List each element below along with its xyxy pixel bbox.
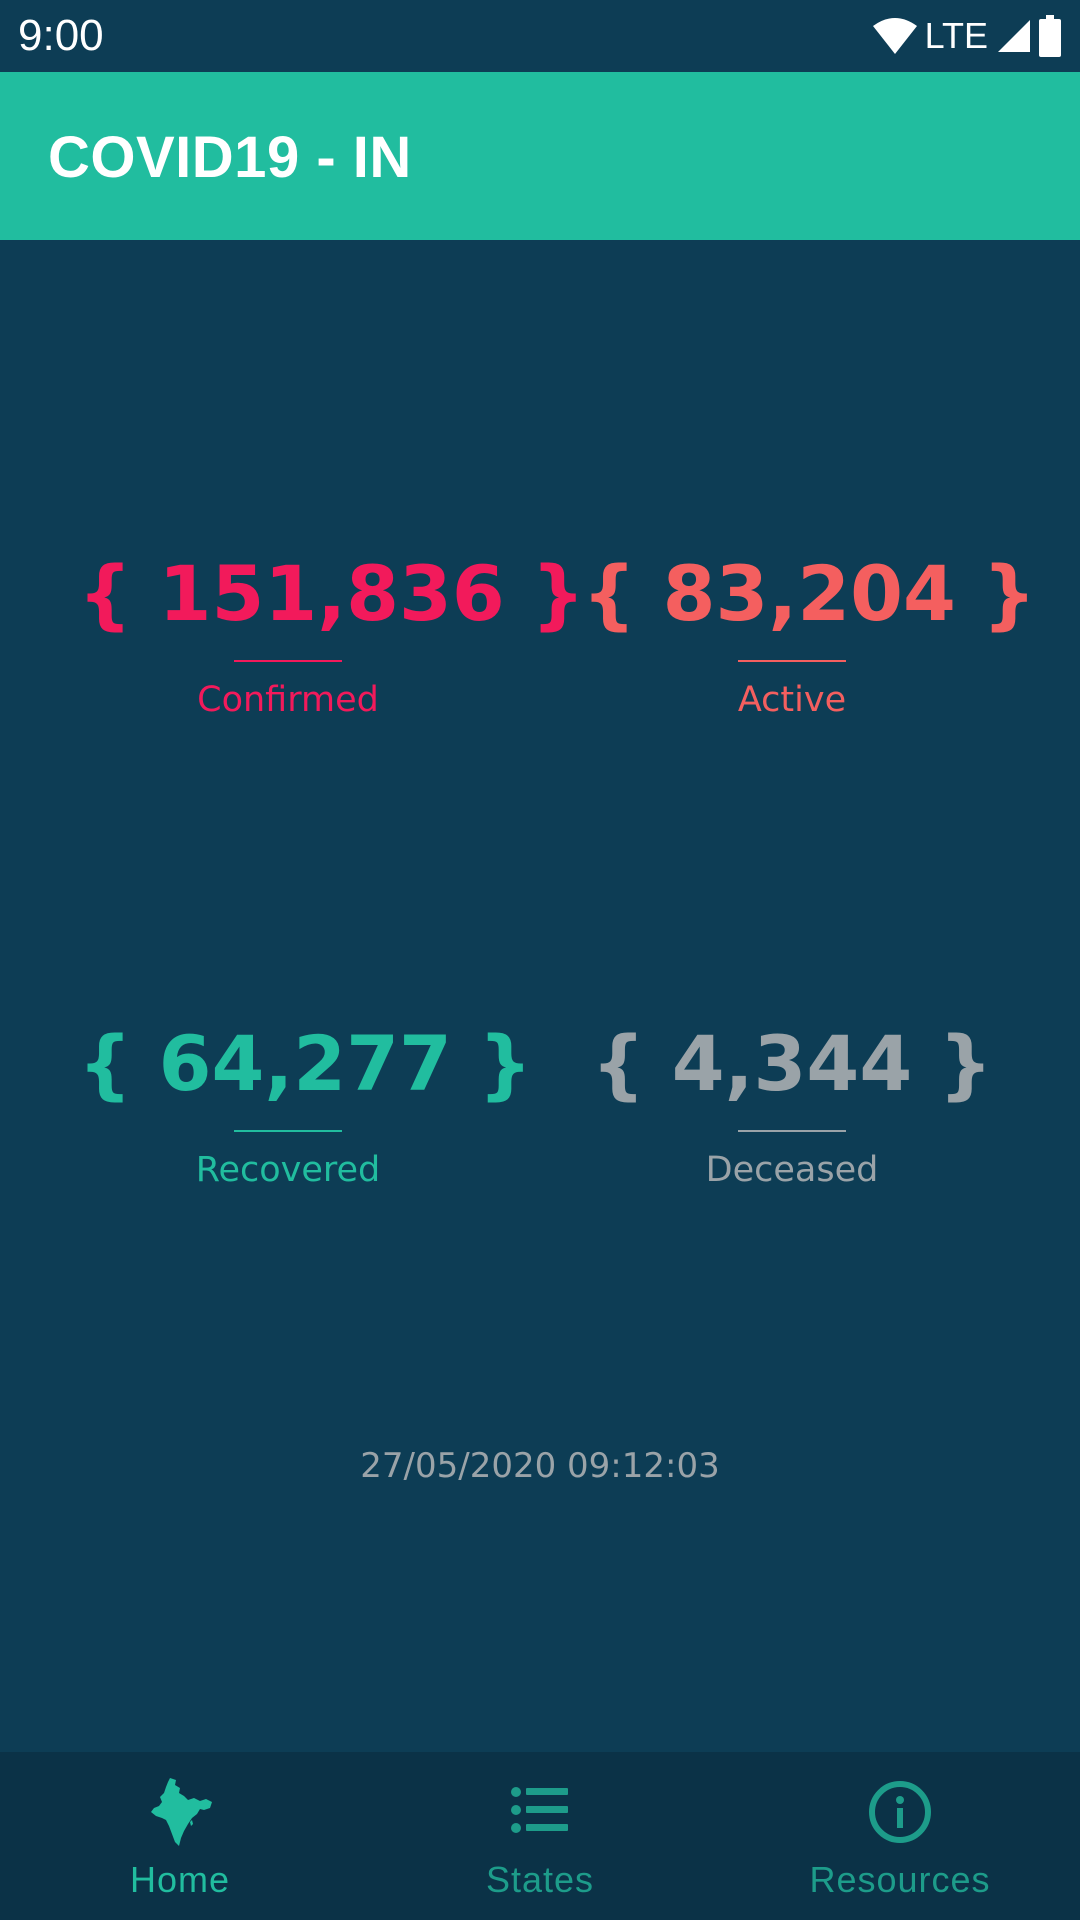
status-icons: LTE [871,14,1062,58]
nav-label-states: States [485,1859,595,1900]
confirmed-divider [234,660,342,662]
app-bar: COVID19 - IN [0,72,1080,240]
nav-item-states[interactable]: States [360,1752,720,1920]
signal-icon [998,20,1030,52]
india-map-icon [151,1778,212,1846]
deceased-divider [738,1130,846,1132]
deceased-label: Deceased [705,1150,879,1190]
nav-label-home: Home [129,1859,231,1900]
battery-icon [1039,15,1061,57]
active-divider [738,660,846,662]
last-updated-timestamp: 27/05/2020 09:12:03 [360,1446,720,1486]
confirmed-count: { 151,836 } [78,549,586,638]
bottom-navigation: Home States Resources [0,1752,1080,1920]
confirmed-label: Confirmed [197,680,379,720]
recovered-count: { 64,277 } [78,1019,533,1108]
list-icon [511,1787,568,1833]
stat-recovered: { 64,277 } Recovered [78,1016,533,1192]
wifi-icon [872,18,917,54]
info-icon [869,1781,931,1843]
status-time: 9:00 [18,11,104,60]
recovered-divider [234,1130,342,1132]
active-label: Active [737,680,847,720]
app-title: COVID19 - IN [48,125,412,190]
status-bar: 9:00 LTE [0,0,1080,72]
nav-label-resources: Resources [809,1859,991,1900]
active-count: { 83,204 } [582,549,1037,638]
nav-item-home[interactable]: Home [0,1752,360,1920]
recovered-label: Recovered [195,1150,381,1190]
nav-item-resources[interactable]: Resources [720,1752,1080,1920]
stat-confirmed: { 151,836 } Confirmed [78,546,586,722]
deceased-count: { 4,344 } [591,1019,993,1108]
network-type: LTE [924,15,988,56]
stat-active: { 83,204 } Active [582,546,1037,722]
stat-deceased: { 4,344 } Deceased [582,1016,1002,1192]
